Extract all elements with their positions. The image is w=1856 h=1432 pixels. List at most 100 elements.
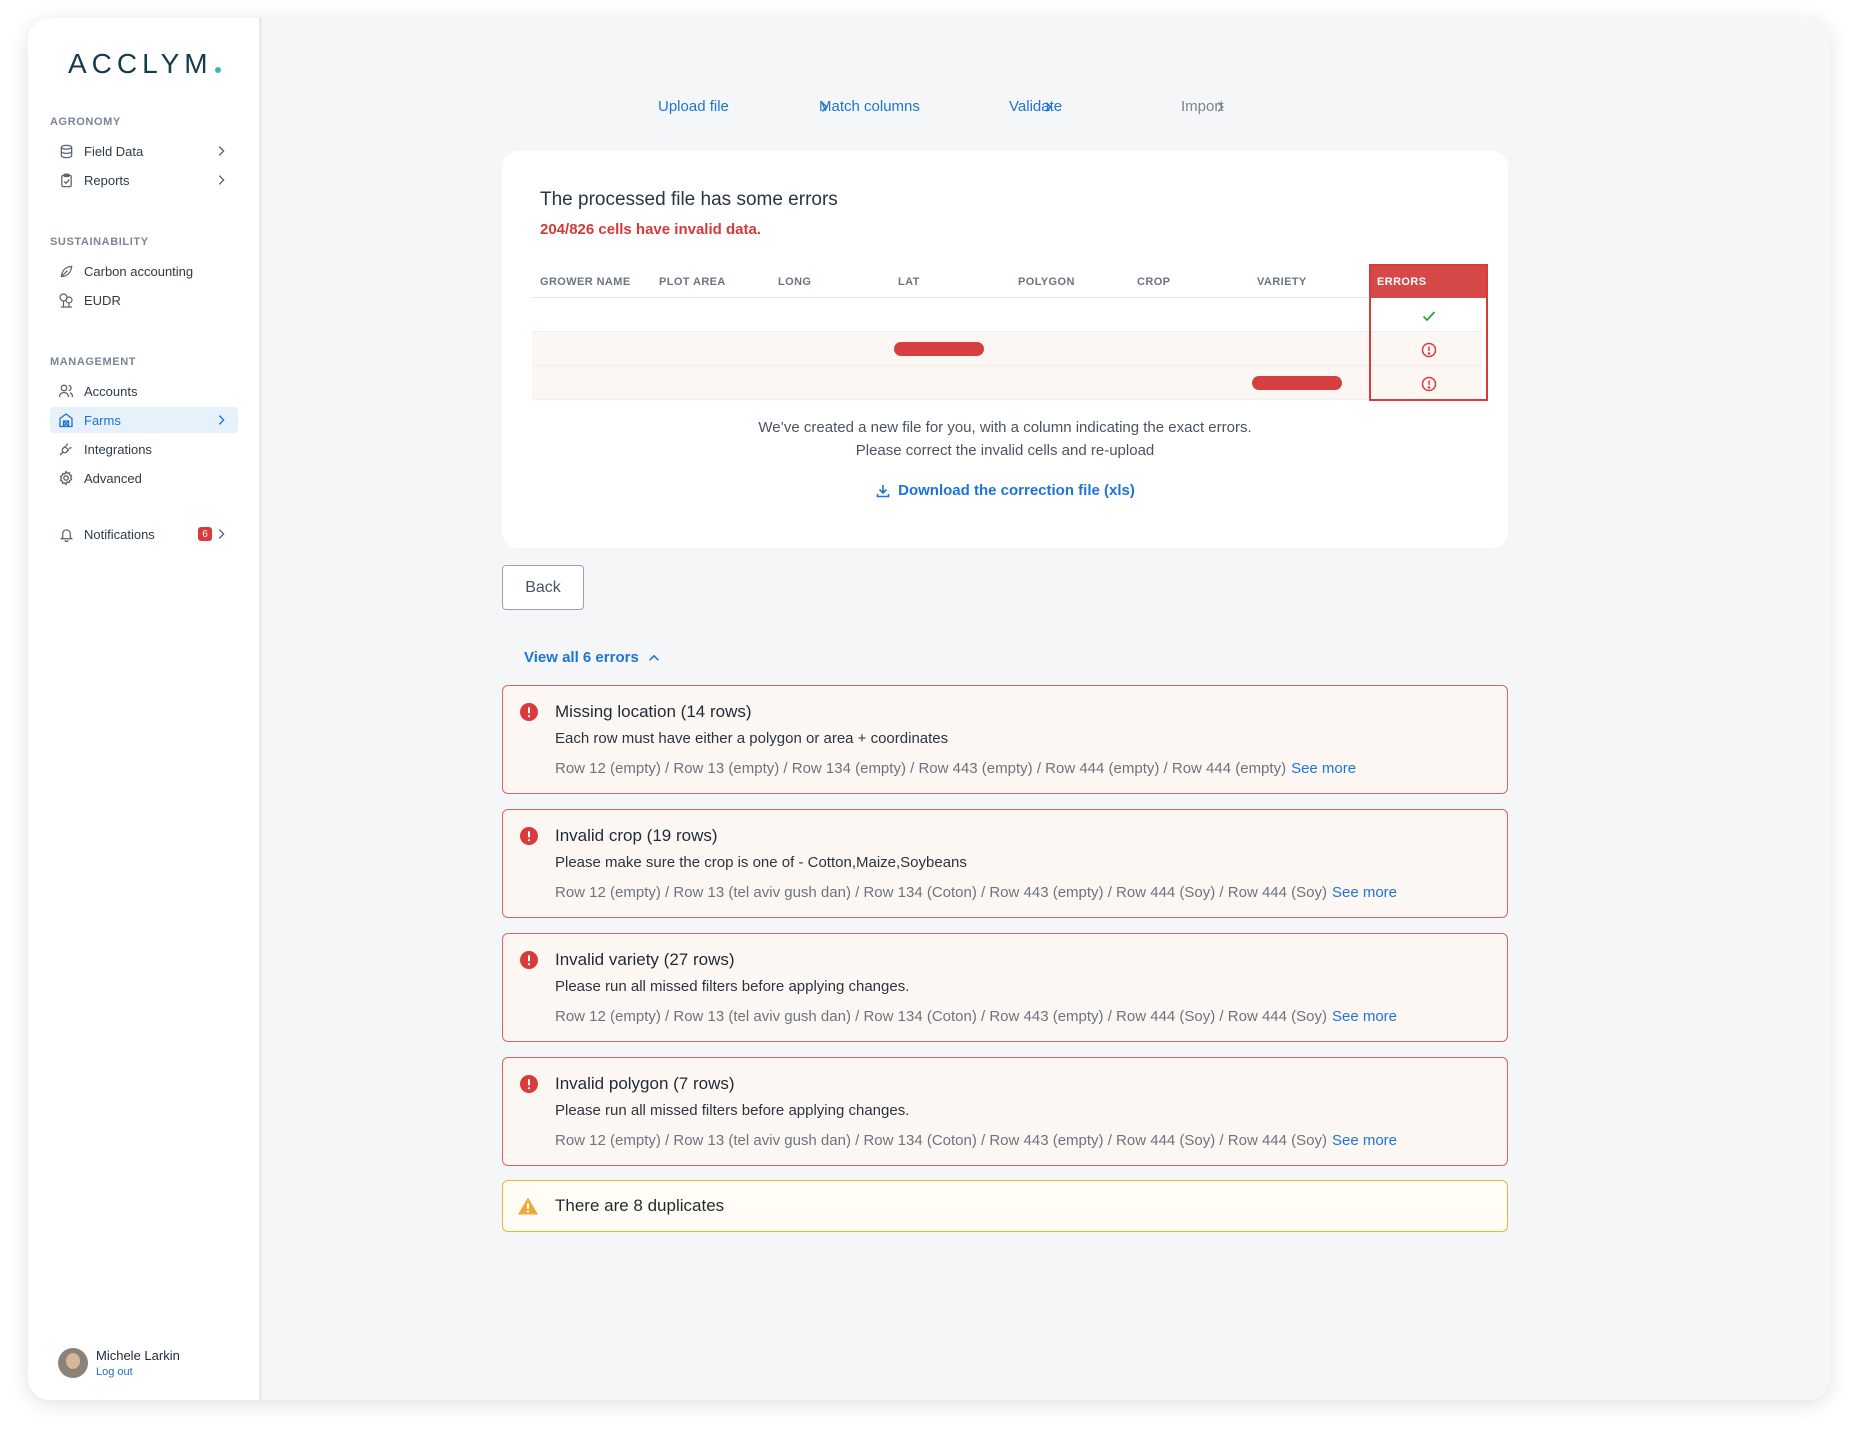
avatar[interactable] [58,1348,88,1378]
download-correction-file-link[interactable]: Download the correction file (xls) [502,482,1508,499]
section-label-sustainability: SUSTAINABILITY [50,236,149,248]
errors-column-highlight [1369,264,1488,401]
view-all-errors-toggle[interactable]: View all 6 errors [524,649,661,666]
step-validate[interactable]: Validate [1009,98,1062,115]
error-description: Please run all missed filters before app… [555,1102,910,1119]
logo[interactable]: ACCLYM [68,48,221,80]
notification-count-badge: 6 [198,527,212,541]
logo-text: ACCLYM [68,48,213,79]
error-title: Invalid variety (27 rows) [555,950,735,969]
import-stepper: Upload file Match columns Validate Impor… [262,98,1830,118]
sidebar-item-accounts[interactable]: Accounts [50,378,238,404]
step-import: Import [1181,98,1224,115]
table-row [532,298,1482,332]
sidebar-item-advanced[interactable]: Advanced [50,465,238,491]
gear-icon [58,470,74,486]
user-profile: Michele Larkin Log out [58,1348,180,1378]
warning-title: There are 8 duplicates [555,1196,725,1215]
sidebar-item-field-data[interactable]: Field Data [50,138,238,164]
database-icon [58,143,74,159]
error-title: Invalid polygon (7 rows) [555,1074,735,1093]
chevron-right-icon [218,146,225,156]
error-row-list: Row 12 (empty) / Row 13 (tel aviv gush d… [555,1132,1327,1149]
warning-icon [518,1197,538,1215]
error-card-invalid-variety: Invalid variety (27 rows) Please run all… [502,933,1508,1042]
sidebar-item-reports[interactable]: Reports [50,167,238,193]
section-label-management: MANAGEMENT [50,356,137,368]
user-name: Michele Larkin [96,1348,180,1363]
bell-icon [58,526,74,542]
plug-icon [58,441,74,457]
error-rows: Row 12 (empty) / Row 13 (tel aviv gush d… [555,1132,1397,1149]
error-description: Please run all missed filters before app… [555,978,910,995]
duplicates-warning-card: There are 8 duplicates [502,1180,1508,1232]
download-icon [876,484,890,497]
invalid-cell-marker [1252,376,1342,390]
sidebar-item-notifications[interactable]: Notifications 6 [50,521,238,547]
correction-message-line1: We’ve created a new file for you, with a… [758,419,1252,436]
chevron-up-icon [648,654,659,661]
error-row-list: Row 12 (empty) / Row 13 (empty) / Row 13… [555,760,1287,777]
chevron-right-icon [218,175,225,185]
invalid-cells-count: 204/826 cells have invalid data. [540,221,761,238]
back-button[interactable]: Back [502,565,584,610]
see-more-link[interactable]: See more [1332,884,1397,901]
summary-title: The processed file has some errors [540,189,838,210]
column-header: GROWER NAME [540,276,631,288]
column-header: CROP [1137,276,1171,288]
logout-link[interactable]: Log out [96,1366,180,1378]
sidebar-item-label: EUDR [84,292,121,308]
sidebar-item-label: Field Data [84,143,144,159]
error-row-list: Row 12 (empty) / Row 13 (tel aviv gush d… [555,1008,1327,1025]
chevron-right-icon [218,415,225,425]
see-more-link[interactable]: See more [1332,1132,1397,1149]
error-card-missing-location: Missing location (14 rows) Each row must… [502,685,1508,794]
sidebar-item-label: Carbon accounting [84,263,194,279]
sidebar-item-label: Advanced [84,470,142,486]
sidebar-item-integrations[interactable]: Integrations [50,436,238,462]
sidebar-item-carbon-accounting[interactable]: Carbon accounting [50,258,238,284]
error-description: Please make sure the crop is one of - Co… [555,854,967,871]
leaf-icon [58,263,74,279]
chevron-right-icon [218,529,225,539]
trees-icon [58,292,74,308]
error-icon [520,1075,538,1093]
table-row [532,366,1482,400]
step-upload-file[interactable]: Upload file [658,98,729,115]
see-more-link[interactable]: See more [1332,1008,1397,1025]
section-label-agronomy: AGRONOMY [50,116,121,128]
sidebar-item-farms[interactable]: Farms [50,407,238,433]
main-content: Upload file Match columns Validate Impor… [262,18,1830,1400]
column-header: POLYGON [1018,276,1075,288]
sidebar-item-label: Integrations [84,441,152,457]
invalid-cell-marker [894,342,984,356]
app-window: ACCLYM AGRONOMY Field Data Reports SUSTA… [28,18,1830,1400]
error-card-invalid-polygon: Invalid polygon (7 rows) Please run all … [502,1057,1508,1166]
column-header: LONG [778,276,812,288]
sidebar-item-label: Farms [84,412,121,428]
sidebar: ACCLYM AGRONOMY Field Data Reports SUSTA… [28,18,262,1400]
preview-table: GROWER NAME PLOT AREA LONG LAT POLYGON C… [532,264,1488,401]
column-header: PLOT AREA [659,276,726,288]
sidebar-item-label: Accounts [84,383,138,399]
sidebar-item-eudr[interactable]: EUDR [50,287,238,313]
view-all-label: View all 6 errors [524,649,639,666]
table-header: GROWER NAME PLOT AREA LONG LAT POLYGON C… [532,264,1482,298]
error-card-invalid-crop: Invalid crop (19 rows) Please make sure … [502,809,1508,918]
see-more-link[interactable]: See more [1291,760,1356,777]
clipboard-icon [58,172,74,188]
sidebar-item-label: Reports [84,172,130,188]
error-icon [520,827,538,845]
error-title: Missing location (14 rows) [555,702,752,721]
error-title: Invalid crop (19 rows) [555,826,718,845]
error-rows: Row 12 (empty) / Row 13 (empty) / Row 13… [555,760,1356,777]
error-icon [520,703,538,721]
users-icon [58,383,74,399]
column-header: VARIETY [1257,276,1307,288]
error-description: Each row must have either a polygon or a… [555,730,949,747]
error-rows: Row 12 (empty) / Row 13 (tel aviv gush d… [555,884,1397,901]
farm-icon [58,412,74,428]
validation-summary-card: The processed file has some errors 204/8… [502,151,1508,548]
error-rows: Row 12 (empty) / Row 13 (tel aviv gush d… [555,1008,1397,1025]
step-match-columns[interactable]: Match columns [819,98,920,115]
